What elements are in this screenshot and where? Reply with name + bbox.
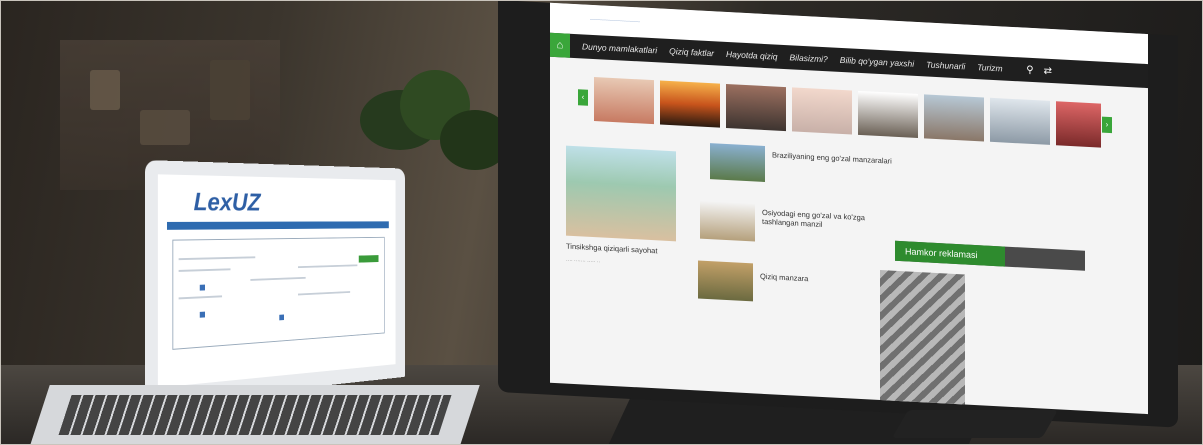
featured-post-title[interactable]: Tinsikshga qiziqarli sayohat [566, 242, 686, 257]
checkbox-icon[interactable] [199, 311, 205, 318]
shelf-object [210, 60, 250, 120]
photo-scene: ························· ⌂ Dunyo mamlak… [0, 0, 1203, 445]
home-icon[interactable]: ⌂ [550, 32, 570, 58]
carousel-thumb[interactable] [858, 90, 918, 139]
post-thumbnail[interactable] [698, 260, 753, 302]
shelf-object [90, 70, 120, 110]
laptop-site-nav [166, 221, 389, 230]
checkbox-icon[interactable] [199, 284, 205, 291]
monitor-screen: ························· ⌂ Dunyo mamlak… [550, 2, 1148, 415]
nav-item[interactable]: Bilasizmi? [790, 52, 828, 64]
checkbox-icon[interactable] [279, 314, 285, 321]
desktop-monitor: ························· ⌂ Dunyo mamlak… [498, 0, 1178, 428]
carousel-thumb[interactable] [726, 83, 786, 132]
post-title[interactable]: Osiyodagi eng go'zal va ko'zga tashlanga… [762, 208, 882, 232]
keyboard-keys [58, 395, 452, 435]
laptop-keyboard [30, 385, 480, 445]
carousel-thumb[interactable] [792, 87, 852, 135]
form-field[interactable] [250, 276, 306, 281]
site-brand: ························· [590, 16, 640, 26]
partner-label: Hamkor reklamasi [895, 240, 1005, 267]
form-field[interactable] [178, 268, 231, 272]
form-field[interactable] [178, 295, 223, 300]
nav-item[interactable]: Tushunarli [926, 59, 965, 71]
nav-item[interactable]: Dunyo mamlakatlari [582, 41, 657, 55]
carousel-thumb[interactable] [1056, 101, 1101, 148]
nav-item[interactable]: Hayotda qiziq [726, 49, 778, 62]
featured-post-image[interactable] [566, 145, 676, 242]
lexuz-logo: LexUZ [193, 186, 261, 217]
carousel-thumb[interactable] [924, 94, 984, 142]
nav-item[interactable]: Turizm [977, 62, 1002, 73]
carousel-thumb[interactable] [594, 77, 654, 125]
featured-post-meta: ···· ······· ····· ·· [566, 257, 601, 266]
carousel-thumb[interactable] [660, 80, 720, 128]
form-field[interactable] [298, 264, 358, 269]
carousel-prev-icon[interactable]: ‹ [578, 89, 588, 106]
content-area: Tinsikshga qiziqarli sayohat ···· ······… [550, 123, 1148, 415]
nav-icons: ⚲ ⇄ [1026, 58, 1052, 83]
shelf-object [140, 110, 190, 145]
carousel-next-icon[interactable]: › [1102, 116, 1112, 134]
laptop-lid: LexUZ [145, 160, 406, 405]
nav-item[interactable]: Qiziq faktlar [669, 46, 714, 58]
form-field[interactable] [298, 291, 351, 296]
search-button[interactable] [358, 255, 379, 263]
post-title[interactable]: Braziliyaning eng go'zal manzaralari [772, 150, 892, 165]
post-thumbnail[interactable] [700, 200, 755, 242]
phone-on-desk [891, 410, 1059, 438]
nav-item[interactable]: Bilib qo'ygan yaxshi [840, 55, 914, 69]
post-title[interactable]: Qiziq manzara [760, 272, 880, 287]
partner-ad-banner[interactable] [880, 270, 965, 415]
form-field[interactable] [178, 256, 256, 261]
partner-header: Hamkor reklamasi [895, 240, 1085, 271]
post-thumbnail[interactable] [710, 143, 765, 182]
laptop-screen: LexUZ [157, 174, 396, 388]
search-icon[interactable]: ⚲ [1026, 64, 1033, 75]
laptop-search-form [172, 236, 385, 350]
shuffle-icon[interactable]: ⇄ [1044, 65, 1052, 76]
carousel-thumb[interactable] [990, 97, 1050, 145]
